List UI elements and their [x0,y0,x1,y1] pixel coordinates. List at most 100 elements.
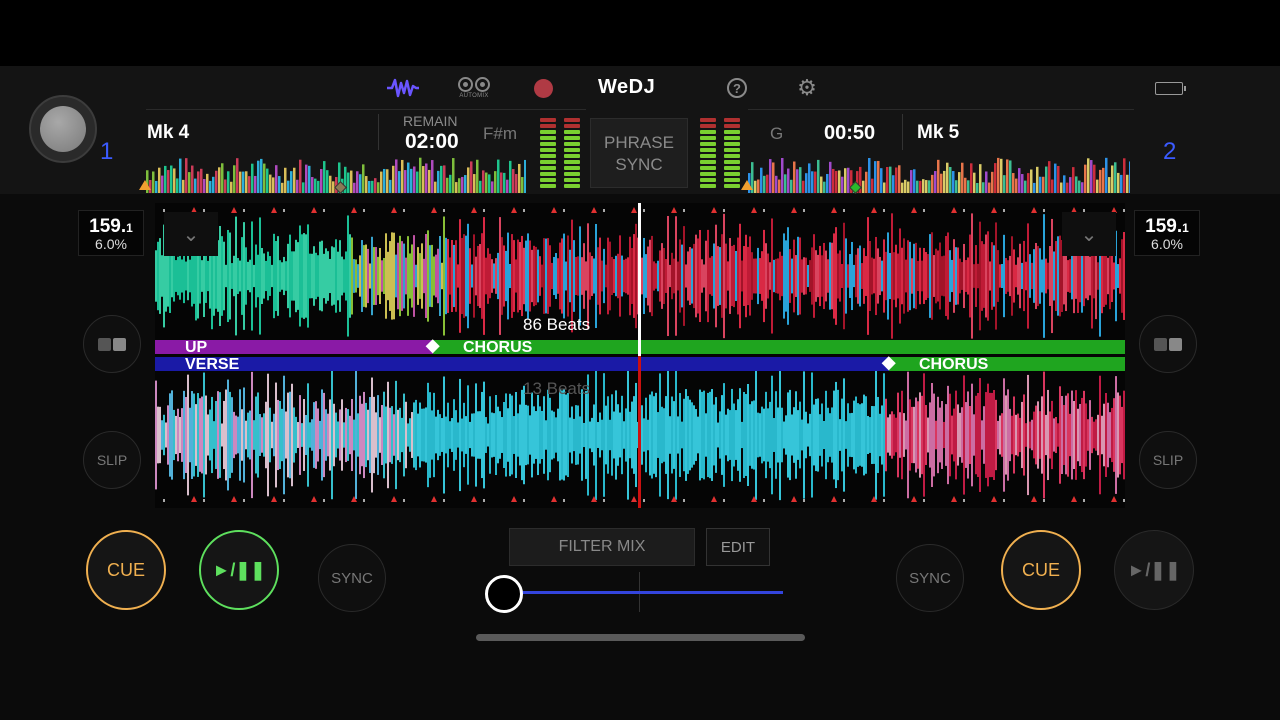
waveform-bar [897,392,899,478]
waveform-bar [825,250,827,302]
record-icon[interactable] [533,74,553,102]
deck2-play-pause-button[interactable]: ►/❚❚ [1114,530,1194,610]
waveform-icon[interactable] [386,74,420,102]
deck2-overview-waveform[interactable] [748,155,1130,193]
deck2-bpm-display[interactable]: 159.1 6.0% [1134,210,1200,256]
jog-wheel[interactable] [29,95,97,163]
waveform-bar [717,422,719,448]
phrase-sync-button[interactable]: PHRASE SYNC [590,118,688,188]
waveform-bar [609,241,611,311]
overview-bar [916,180,919,193]
overview-bar [326,170,329,193]
meter-segment [540,136,556,140]
overview-bar [871,178,874,193]
waveform-bar [1033,249,1035,303]
deck2-hot-cue-button[interactable] [1139,315,1197,373]
meter-segment [724,160,740,164]
waveform-bar [703,390,705,480]
waveform-bar [1037,245,1039,307]
waveform-bar [185,397,187,473]
overview-bar [976,182,979,193]
waveform-bar [307,383,309,487]
deck1-play-pause-button[interactable]: ►/❚❚ [199,530,279,610]
waveform-bar [229,232,231,320]
waveform-bar [1079,403,1081,467]
filter-mix-button[interactable]: FILTER MIX [509,528,695,566]
overview-bar [170,165,173,193]
waveform-bar [807,423,809,447]
deck2-cue-button[interactable]: CUE [1001,530,1081,610]
waveform-bar [429,392,431,478]
waveform-bar [175,415,177,455]
waveform-bar [1025,423,1027,447]
waveform-bar [621,395,623,475]
crossfader-knob[interactable] [485,575,523,613]
automix-icon[interactable]: AUTOMIX [454,72,494,104]
waveform-bar [973,414,975,456]
waveform-bar [753,258,755,294]
deck1-hot-cue-button[interactable] [83,315,141,373]
waveform-bar [893,252,895,300]
waveform-bar [741,421,743,449]
deck1-slip-button[interactable]: SLIP [83,431,141,489]
waveform-bar [173,409,175,461]
waveform-bar [557,258,559,294]
beat-tick [763,209,765,212]
waveform-bar [281,408,283,462]
deck1-chevron-down-icon[interactable]: ⌄ [164,212,218,256]
deck2-sync-button[interactable]: SYNC [896,544,964,612]
waveform-bar [395,254,397,298]
waveform-bar [761,251,763,301]
waveform-bar [469,248,471,304]
waveform-bar [299,395,301,475]
waveform-bar [505,250,507,302]
waveform-bar [765,243,767,309]
waveform-bar [865,396,867,474]
deck1-sync-button[interactable]: SYNC [318,544,386,612]
waveform-bar [175,260,177,292]
crossfader-track[interactable] [504,591,783,594]
edit-button[interactable]: EDIT [706,528,770,566]
waveform-bar [1085,253,1087,299]
overview-bar [952,171,955,193]
deck1-cue-button[interactable]: CUE [86,530,166,610]
deck1-bpm-display[interactable]: 159.1 6.0% [78,210,144,256]
gear-icon[interactable]: ⚙ [796,74,818,102]
beat-tick [963,499,965,502]
waveform-bar [631,401,633,469]
waveform-bar [797,410,799,460]
waveform-bar [681,244,683,308]
waveform-bar [567,235,569,317]
waveform-bar [453,399,455,471]
waveform-bar [837,389,839,481]
help-icon[interactable]: ? [726,74,748,102]
waveform-bar [967,391,969,479]
waveform-bar [699,229,701,323]
waveform-bar [833,390,835,480]
waveform-bar [1027,374,1029,496]
waveform-bar [251,221,253,331]
overview-bar [398,171,401,193]
waveform-bar [491,259,493,293]
waveform-bar [737,399,739,471]
meter-segment [564,130,580,134]
waveform-bar [859,245,861,307]
waveform-bar [455,410,457,460]
waveform-bar [205,395,207,475]
waveform-bar [223,241,225,311]
waveform-bar [983,406,985,464]
waveform-bar [321,389,323,481]
waveform-bar [575,405,577,465]
waveform-bar [853,400,855,470]
deck2-slip-button[interactable]: SLIP [1139,431,1197,489]
deck2-chevron-down-icon[interactable]: ⌄ [1062,212,1116,256]
waveform-bar [161,420,163,450]
waveform-bar [917,401,919,469]
waveform-bar [1075,390,1077,480]
waveform-bar [1063,404,1065,466]
waveform-bar [419,402,421,468]
overview-bar [281,182,284,193]
waveform-bar [395,380,397,490]
waveform-bar [1059,235,1061,317]
waveform-bar [817,398,819,472]
